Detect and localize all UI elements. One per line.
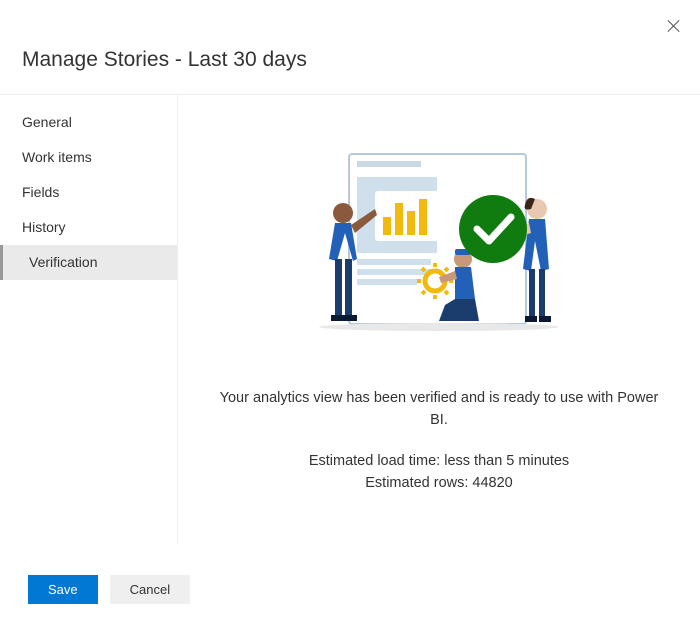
footer: Save Cancel	[28, 575, 190, 604]
load-time-value: less than 5 minutes	[444, 453, 569, 469]
sidebar-item-work-items[interactable]: Work items	[0, 140, 177, 175]
dialog-title: Manage Stories - Last 30 days	[0, 0, 700, 94]
content-area: General Work items Fields History Verifi…	[0, 94, 700, 544]
verification-message: Your analytics view has been verified an…	[209, 387, 669, 432]
sidebar-item-verification[interactable]: Verification	[0, 245, 177, 280]
verification-text: Your analytics view has been verified an…	[209, 387, 669, 495]
rows-label: Estimated rows:	[365, 475, 472, 491]
close-button[interactable]	[666, 18, 682, 34]
sidebar: General Work items Fields History Verifi…	[0, 95, 178, 544]
rows-value: 44820	[472, 475, 512, 491]
verification-stats: Estimated load time: less than 5 minutes…	[209, 450, 669, 495]
cancel-button[interactable]: Cancel	[110, 575, 190, 604]
main-panel: Your analytics view has been verified an…	[178, 95, 700, 544]
save-button[interactable]: Save	[28, 575, 98, 604]
sidebar-item-fields[interactable]: Fields	[0, 175, 177, 210]
load-time-label: Estimated load time:	[309, 453, 444, 469]
verification-illustration	[307, 151, 571, 343]
sidebar-item-history[interactable]: History	[0, 210, 177, 245]
sidebar-item-general[interactable]: General	[0, 105, 177, 140]
